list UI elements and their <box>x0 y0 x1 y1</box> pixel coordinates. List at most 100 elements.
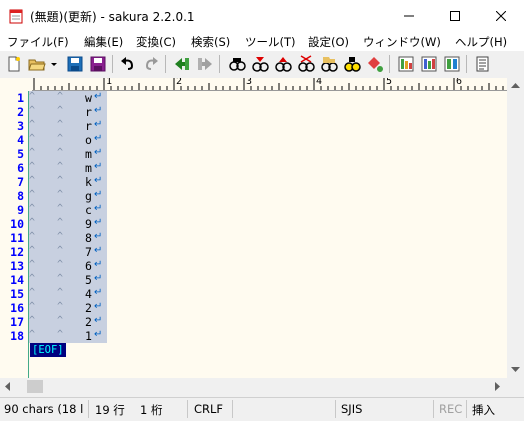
text-line[interactable]: ^ ^ m ↵ <box>29 161 119 175</box>
text-line[interactable]: ^ ^ 9 ↵ <box>29 217 119 231</box>
status-divider <box>335 400 336 418</box>
menu-help[interactable]: ヘルプ(H) <box>455 34 507 50</box>
menu-search[interactable]: 検索(S) <box>191 34 230 50</box>
line-number: 12 <box>10 245 24 259</box>
sakura-app-icon[interactable] <box>9 8 23 24</box>
menu-settings[interactable]: 設定(O) <box>308 34 349 50</box>
status-newline[interactable]: CRLF <box>194 402 223 416</box>
text-line[interactable]: ^ ^ 2 ↵ <box>29 315 119 329</box>
line-number: 1 <box>17 91 24 105</box>
tab-mark: ^ <box>29 259 36 270</box>
line-text: w <box>85 91 92 105</box>
scrollbar-corner <box>507 378 524 395</box>
line-text: 2 <box>85 315 92 329</box>
scroll-down-icon[interactable] <box>511 367 520 373</box>
menu-convert[interactable]: 変換(C) <box>136 34 176 50</box>
ruler-number: 1 <box>106 78 113 87</box>
text-line[interactable]: ^ ^ 1 ↵ <box>29 329 119 343</box>
text-line[interactable]: ^ ^ w ↵ <box>29 91 119 105</box>
line-text: r <box>85 119 92 133</box>
menu-bar: ファイル(F) 編集(E) 変換(C) 検索(S) ツール(T) 設定(O) ウ… <box>0 31 524 51</box>
tab-mark: ^ <box>57 259 64 270</box>
newline-mark: ↵ <box>94 175 103 186</box>
tab-mark: ^ <box>57 315 64 326</box>
text-editor[interactable]: 1 2 3 4 5 6 1 2 3 4 5 6 7 8 9 10 11 12 13 14 15 16 17 18 … <box>0 78 507 378</box>
scroll-right-icon[interactable] <box>495 382 501 391</box>
search-clear-icon[interactable] <box>297 55 315 73</box>
line-number: 3 <box>17 119 24 133</box>
newline-mark: ↵ <box>94 259 103 270</box>
menu-window[interactable]: ウィンドウ(W) <box>363 34 441 50</box>
outline-icon[interactable] <box>397 55 415 73</box>
line-text: 6 <box>85 259 92 273</box>
replace-icon[interactable] <box>343 55 361 73</box>
tab-mark: ^ <box>29 175 36 186</box>
toolbar <box>0 51 524 78</box>
eof-marker: [EOF] <box>30 343 66 357</box>
line-text: 7 <box>85 245 92 259</box>
vertical-scrollbar[interactable] <box>507 78 524 378</box>
tag-jump-icon[interactable] <box>366 55 384 73</box>
text-line[interactable]: ^ ^ 2 ↵ <box>29 301 119 315</box>
text-line[interactable]: ^ ^ m ↵ <box>29 147 119 161</box>
ruler-number: 4 <box>316 78 323 87</box>
search-prev-icon[interactable] <box>274 55 292 73</box>
title-bar[interactable]: (無題)(更新) - sakura 2.2.0.1 <box>0 0 524 31</box>
status-column: 1 桁 <box>140 403 163 417</box>
menu-edit[interactable]: 編集(E) <box>84 34 123 50</box>
redo-icon[interactable] <box>142 55 160 73</box>
search-icon[interactable] <box>228 55 246 73</box>
text-line[interactable]: ^ ^ 7 ↵ <box>29 245 119 259</box>
line-number: 5 <box>17 147 24 161</box>
newline-mark: ↵ <box>94 91 103 102</box>
minimize-button[interactable] <box>386 0 432 31</box>
maximize-button[interactable] <box>432 0 478 31</box>
tab-mark: ^ <box>57 175 64 186</box>
status-char-count: 90 chars (18 l <box>4 402 84 416</box>
horizontal-scrollbar[interactable] <box>0 378 507 395</box>
undo-icon[interactable] <box>119 55 137 73</box>
line-text: o <box>85 133 92 147</box>
grep-icon[interactable] <box>320 55 338 73</box>
menu-file[interactable]: ファイル(F) <box>7 34 69 50</box>
scroll-left-icon[interactable] <box>5 382 11 391</box>
compare-icon[interactable] <box>420 55 438 73</box>
status-rec: REC <box>439 402 463 416</box>
macro-icon[interactable] <box>443 55 461 73</box>
text-line[interactable]: ^ ^ 6 ↵ <box>29 259 119 273</box>
save-icon[interactable] <box>66 55 84 73</box>
text-line[interactable]: ^ ^ k ↵ <box>29 175 119 189</box>
close-button[interactable] <box>478 0 524 31</box>
text-line[interactable]: ^ ^ c ↵ <box>29 203 119 217</box>
jump-forward-icon[interactable] <box>196 55 214 73</box>
line-text: g <box>85 189 92 203</box>
dropdown-arrow-icon[interactable] <box>49 55 59 73</box>
scroll-up-icon[interactable] <box>511 83 520 89</box>
jump-back-icon[interactable] <box>173 55 191 73</box>
text-line[interactable]: ^ ^ 4 ↵ <box>29 287 119 301</box>
text-line[interactable]: ^ ^ r ↵ <box>29 105 119 119</box>
line-text: m <box>85 147 92 161</box>
tab-mark: ^ <box>29 217 36 228</box>
text-line[interactable]: ^ ^ g ↵ <box>29 189 119 203</box>
menu-tools[interactable]: ツール(T) <box>245 34 296 50</box>
newline-mark: ↵ <box>94 231 103 242</box>
settings-icon[interactable] <box>474 55 492 73</box>
newline-mark: ↵ <box>94 105 103 116</box>
text-line[interactable]: ^ ^ r ↵ <box>29 119 119 133</box>
tab-mark: ^ <box>57 301 64 312</box>
search-next-icon[interactable] <box>251 55 269 73</box>
open-folder-icon[interactable] <box>28 55 46 73</box>
newline-mark: ↵ <box>94 315 103 326</box>
tab-mark: ^ <box>29 329 36 340</box>
status-insert-mode[interactable]: 挿入 <box>472 402 495 418</box>
status-encoding[interactable]: SJIS <box>341 402 362 416</box>
new-file-icon[interactable] <box>5 55 23 73</box>
toolbar-separator <box>165 55 166 73</box>
horizontal-scroll-thumb[interactable] <box>27 380 43 393</box>
tab-mark: ^ <box>29 105 36 116</box>
text-line[interactable]: ^ ^ 8 ↵ <box>29 231 119 245</box>
text-line[interactable]: ^ ^ o ↵ <box>29 133 119 147</box>
text-line[interactable]: ^ ^ 5 ↵ <box>29 273 119 287</box>
save-all-icon[interactable] <box>89 55 107 73</box>
